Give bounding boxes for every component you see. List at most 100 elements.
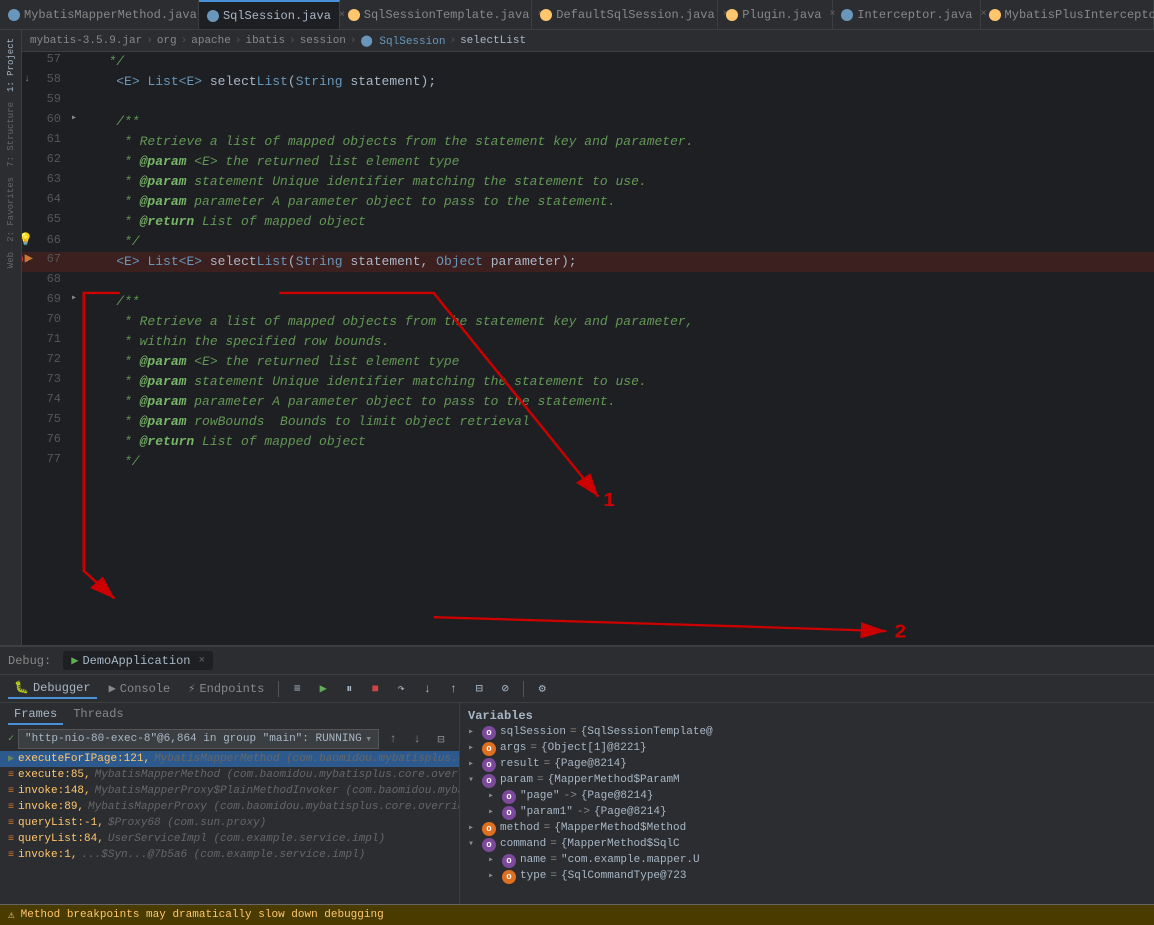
- panel-icon-web[interactable]: Web: [4, 248, 18, 272]
- var-expand-sqlSession[interactable]: ▸: [468, 726, 478, 738]
- breadcrumb-item-session[interactable]: session: [300, 35, 346, 47]
- var-item-param[interactable]: ▾oparam = {MapperMethod$ParamM: [468, 773, 1146, 789]
- frame-item-7[interactable]: ≡invoke:1, ...$Syn...@7b5a6 (com.example…: [0, 847, 459, 863]
- frame-item-1[interactable]: ▶executeForIPage:121, MybatisMapperMetho…: [0, 751, 459, 767]
- var-expand-param[interactable]: ▾: [468, 774, 478, 786]
- breadcrumb-item-jar[interactable]: mybatis-3.5.9.jar: [30, 35, 142, 47]
- frame-icon-6: ≡: [8, 834, 14, 845]
- var-item-args[interactable]: ▸oargs = {Object[1]@8221}: [468, 741, 1146, 757]
- panel-icon-project[interactable]: 1: Project: [4, 34, 18, 96]
- var-expand-param-page[interactable]: ▸: [488, 790, 498, 802]
- tab-mybatis-mapper[interactable]: MybatisMapperMethod.java ×: [0, 0, 199, 29]
- var-expand-result[interactable]: ▸: [468, 758, 478, 770]
- var-item-sqlSession[interactable]: ▸osqlSession = {SqlSessionTemplate@: [468, 725, 1146, 741]
- line-number-61: 61: [37, 132, 61, 146]
- breadcrumb-item-sqlsession[interactable]: ⬤ SqlSession: [361, 34, 446, 48]
- panel-icon-favorites[interactable]: 2: Favorites: [4, 173, 18, 246]
- frame-item-5[interactable]: ≡queryList:-1, $Proxy68 (com.sun.proxy): [0, 815, 459, 831]
- var-item-param-page[interactable]: ▸o"page" -> {Page@8214}: [468, 789, 1146, 805]
- step-over-button[interactable]: ↷: [391, 679, 411, 699]
- threads-tab[interactable]: Threads: [67, 705, 129, 725]
- mute-breakpoints-button[interactable]: ⊘: [495, 679, 515, 699]
- return-icon-58: ↓: [22, 74, 33, 85]
- resume-button[interactable]: ▶: [313, 679, 333, 699]
- debug-tab-demo-app[interactable]: ▶ DemoApplication ×: [63, 651, 213, 670]
- thread-filter-btn[interactable]: ⊟: [431, 729, 451, 749]
- var-item-command-name[interactable]: ▸oname = "com.example.mapper.U: [468, 853, 1146, 869]
- tab-plugin[interactable]: Plugin.java ×: [718, 0, 833, 29]
- line-fold-60[interactable]: ▸: [67, 112, 81, 124]
- frame-icon-4: ≡: [8, 802, 14, 813]
- pause-button[interactable]: ⏸: [339, 679, 359, 699]
- var-expand-args[interactable]: ▸: [468, 742, 478, 754]
- frame-item-2[interactable]: ≡execute:85, MybatisMapperMethod (com.ba…: [0, 767, 459, 783]
- breakpoint-dot-67[interactable]: [22, 254, 23, 264]
- code-line-69: 69▸ /**: [22, 292, 1154, 312]
- var-expand-method[interactable]: ▸: [468, 822, 478, 834]
- step-out-button[interactable]: ↑: [443, 679, 463, 699]
- var-item-param-param1[interactable]: ▸o"param1" -> {Page@8214}: [468, 805, 1146, 821]
- left-panel-icons: 1: Project 7: Structure 2: Favorites Web: [0, 30, 22, 645]
- tab-sql-session[interactable]: SqlSession.java ×: [199, 0, 340, 29]
- code-line-68: 68: [22, 272, 1154, 292]
- var-expand-command-name[interactable]: ▸: [488, 854, 498, 866]
- variables-list: ▸osqlSession = {SqlSessionTemplate@▸oarg…: [468, 725, 1146, 885]
- debug-tab-console[interactable]: ▶ Console: [103, 679, 177, 698]
- evaluate-button[interactable]: ⊟: [469, 679, 489, 699]
- tab-icon-plugin: [726, 9, 738, 21]
- run-indicator: ✓: [8, 733, 14, 745]
- frame-item-4[interactable]: ≡invoke:89, MybatisMapperProxy (com.baom…: [0, 799, 459, 815]
- line-gutter-77: 77: [22, 452, 67, 466]
- line-gutter-62: 62: [22, 152, 67, 166]
- frame-item-6[interactable]: ≡queryList:84, UserServiceImpl (com.exam…: [0, 831, 459, 847]
- frame-name-5: queryList:-1,: [18, 817, 104, 829]
- tab-label-plugin: Plugin.java: [742, 8, 821, 22]
- bulb-icon-66[interactable]: 💡: [22, 232, 33, 247]
- var-expand-command[interactable]: ▾: [468, 838, 478, 850]
- frame-icon-1: ▶: [8, 753, 14, 765]
- breadcrumb-item-ibatis[interactable]: ibatis: [245, 35, 285, 47]
- breadcrumb-item-apache[interactable]: apache: [191, 35, 231, 47]
- settings-button[interactable]: ⚙: [532, 679, 552, 699]
- line-gutter-63: 63: [22, 172, 67, 186]
- tab-interceptor[interactable]: Interceptor.java ×: [833, 0, 980, 29]
- code-line-62: 62 * @param <E> the returned list elemen…: [22, 152, 1154, 172]
- var-item-method[interactable]: ▸omethod = {MapperMethod$Method: [468, 821, 1146, 837]
- debug-toolbar: 🐛 Debugger ▶ Console ⚡ Endpoints ≡ ▶ ⏸ ■…: [0, 675, 1154, 703]
- gutter-icons-58: ↓: [22, 74, 33, 85]
- var-item-command[interactable]: ▾ocommand = {MapperMethod$SqlC: [468, 837, 1146, 853]
- debug-tab-debugger[interactable]: 🐛 Debugger: [8, 678, 97, 699]
- code-line-76: 76 * @return List of mapped object: [22, 432, 1154, 452]
- var-eq-sqlSession: =: [570, 726, 577, 738]
- tab-icon-default-sql-session: [540, 9, 552, 21]
- panel-icon-structure[interactable]: 7: Structure: [4, 98, 18, 171]
- breadcrumb-item-selectlist[interactable]: selectList: [460, 35, 526, 47]
- var-item-result[interactable]: ▸oresult = {Page@8214}: [468, 757, 1146, 773]
- main-area: 1: Project 7: Structure 2: Favorites Web…: [0, 30, 1154, 645]
- var-expand-param-param1[interactable]: ▸: [488, 806, 498, 818]
- var-name-command-name: name: [520, 854, 546, 866]
- step-into-button[interactable]: ↓: [417, 679, 437, 699]
- code-text-75: * @param rowBounds Bounds to limit objec…: [81, 412, 1154, 432]
- debug-close-session[interactable]: ×: [198, 655, 205, 667]
- thread-dropdown[interactable]: "http-nio-80-exec-8"@6,864 in group "mai…: [18, 729, 379, 749]
- thread-up-btn[interactable]: ↑: [383, 729, 403, 749]
- tab-sql-session-template[interactable]: SqlSessionTemplate.java ×: [340, 0, 533, 29]
- frame-item-3[interactable]: ≡invoke:148, MybatisMapperProxy$PlainMet…: [0, 783, 459, 799]
- var-eq-param-param1: ->: [577, 806, 590, 818]
- debug-tab-endpoints[interactable]: ⚡ Endpoints: [182, 679, 270, 698]
- line-fold-69[interactable]: ▸: [67, 292, 81, 304]
- breadcrumb-item-org[interactable]: org: [157, 35, 177, 47]
- tab-mybatis-plus-interceptor[interactable]: MybatisPlusInterceptor: [981, 0, 1154, 29]
- tab-default-sql-session[interactable]: DefaultSqlSession.java ×: [532, 0, 718, 29]
- frames-tab[interactable]: Frames: [8, 705, 63, 725]
- code-text-62: * @param <E> the returned list element t…: [81, 152, 1154, 172]
- var-expand-command-type[interactable]: ▸: [488, 870, 498, 882]
- thread-down-btn[interactable]: ↓: [407, 729, 427, 749]
- var-item-command-type[interactable]: ▸otype = {SqlCommandType@723: [468, 869, 1146, 885]
- rerun-button[interactable]: ≡: [287, 679, 307, 699]
- var-value-args: {Object[1]@8221}: [541, 742, 647, 754]
- stop-button[interactable]: ■: [365, 679, 385, 699]
- var-value-result: {Page@8214}: [554, 758, 627, 770]
- debug-panel: Debug: ▶ DemoApplication × 🐛 Debugger ▶ …: [0, 645, 1154, 925]
